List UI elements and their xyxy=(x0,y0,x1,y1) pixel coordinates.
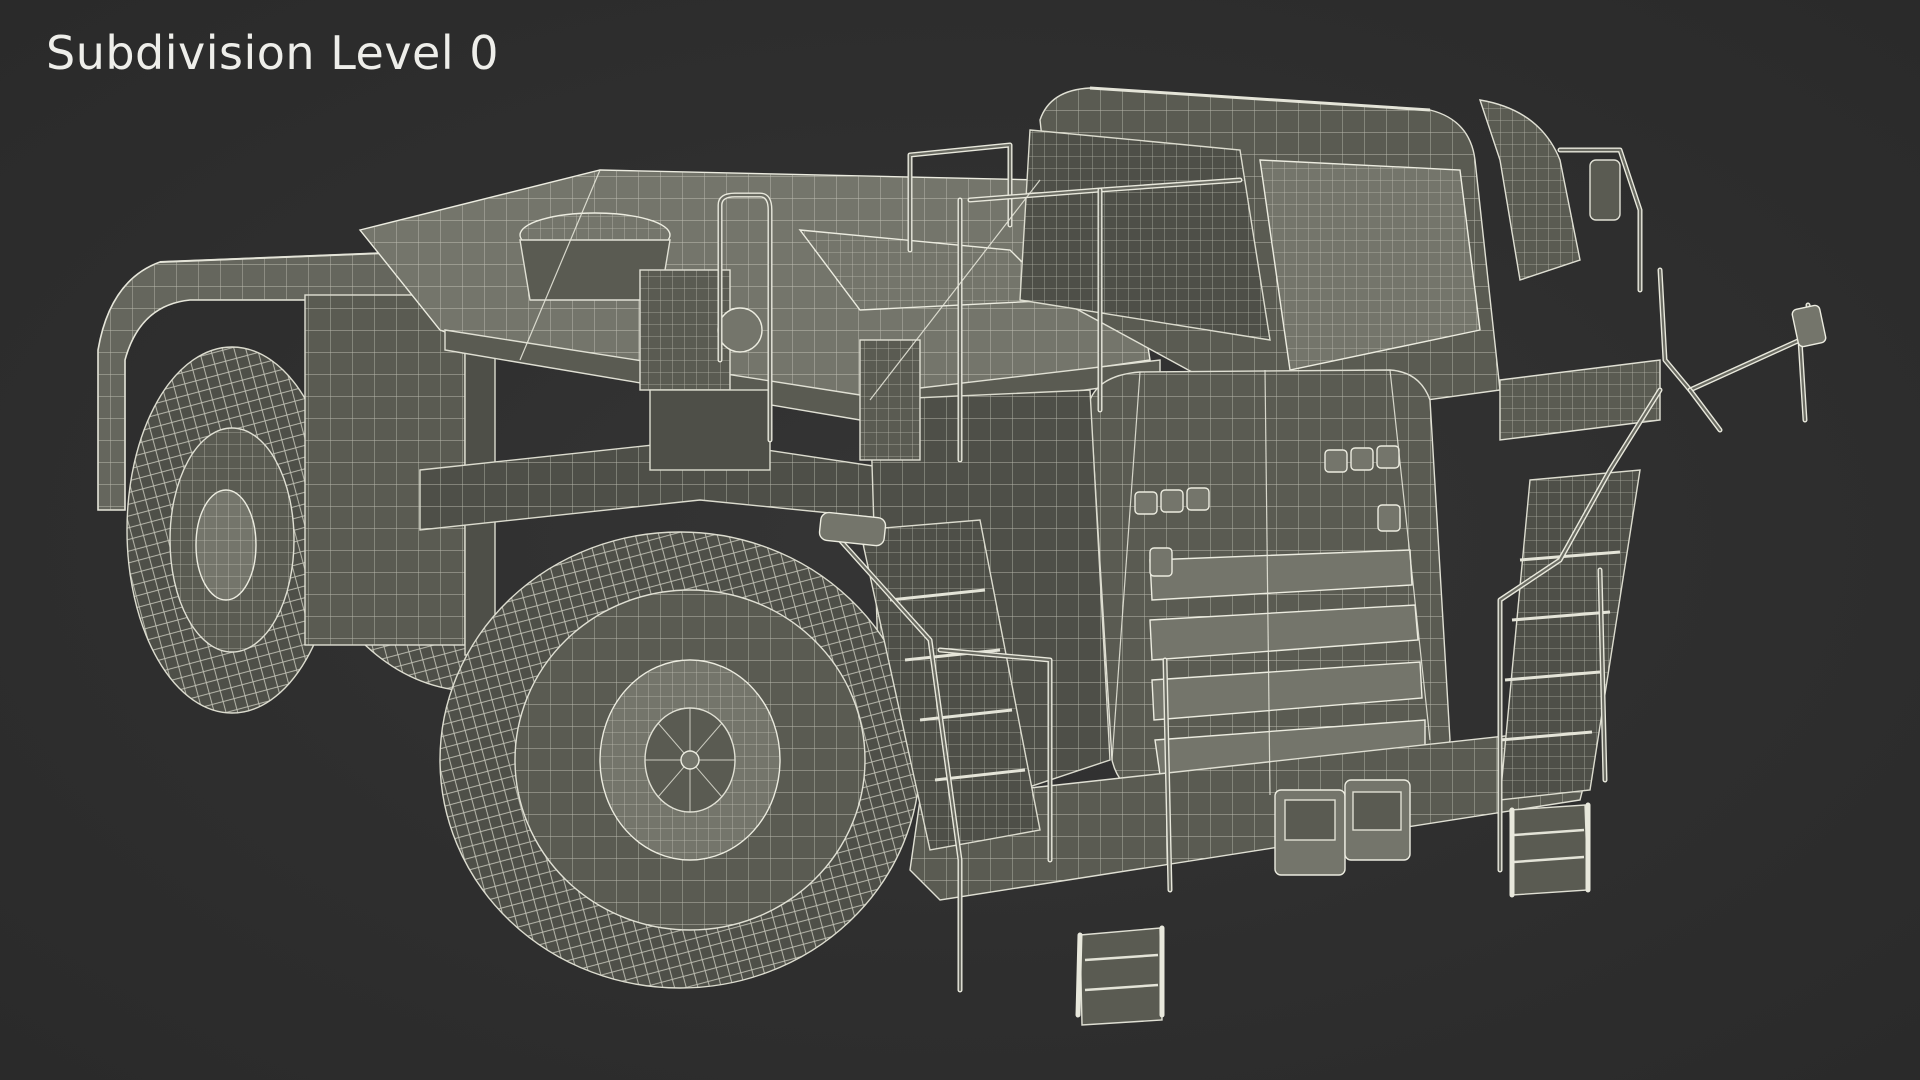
right-stairway xyxy=(1499,359,1661,896)
left-mirror xyxy=(818,511,887,547)
render-viewport: Subdivision Level 0 xyxy=(0,0,1920,1080)
side-mirror-cab xyxy=(1589,159,1621,221)
truck-wireframe-model xyxy=(97,86,1827,1026)
front-left-wheel xyxy=(439,531,921,989)
